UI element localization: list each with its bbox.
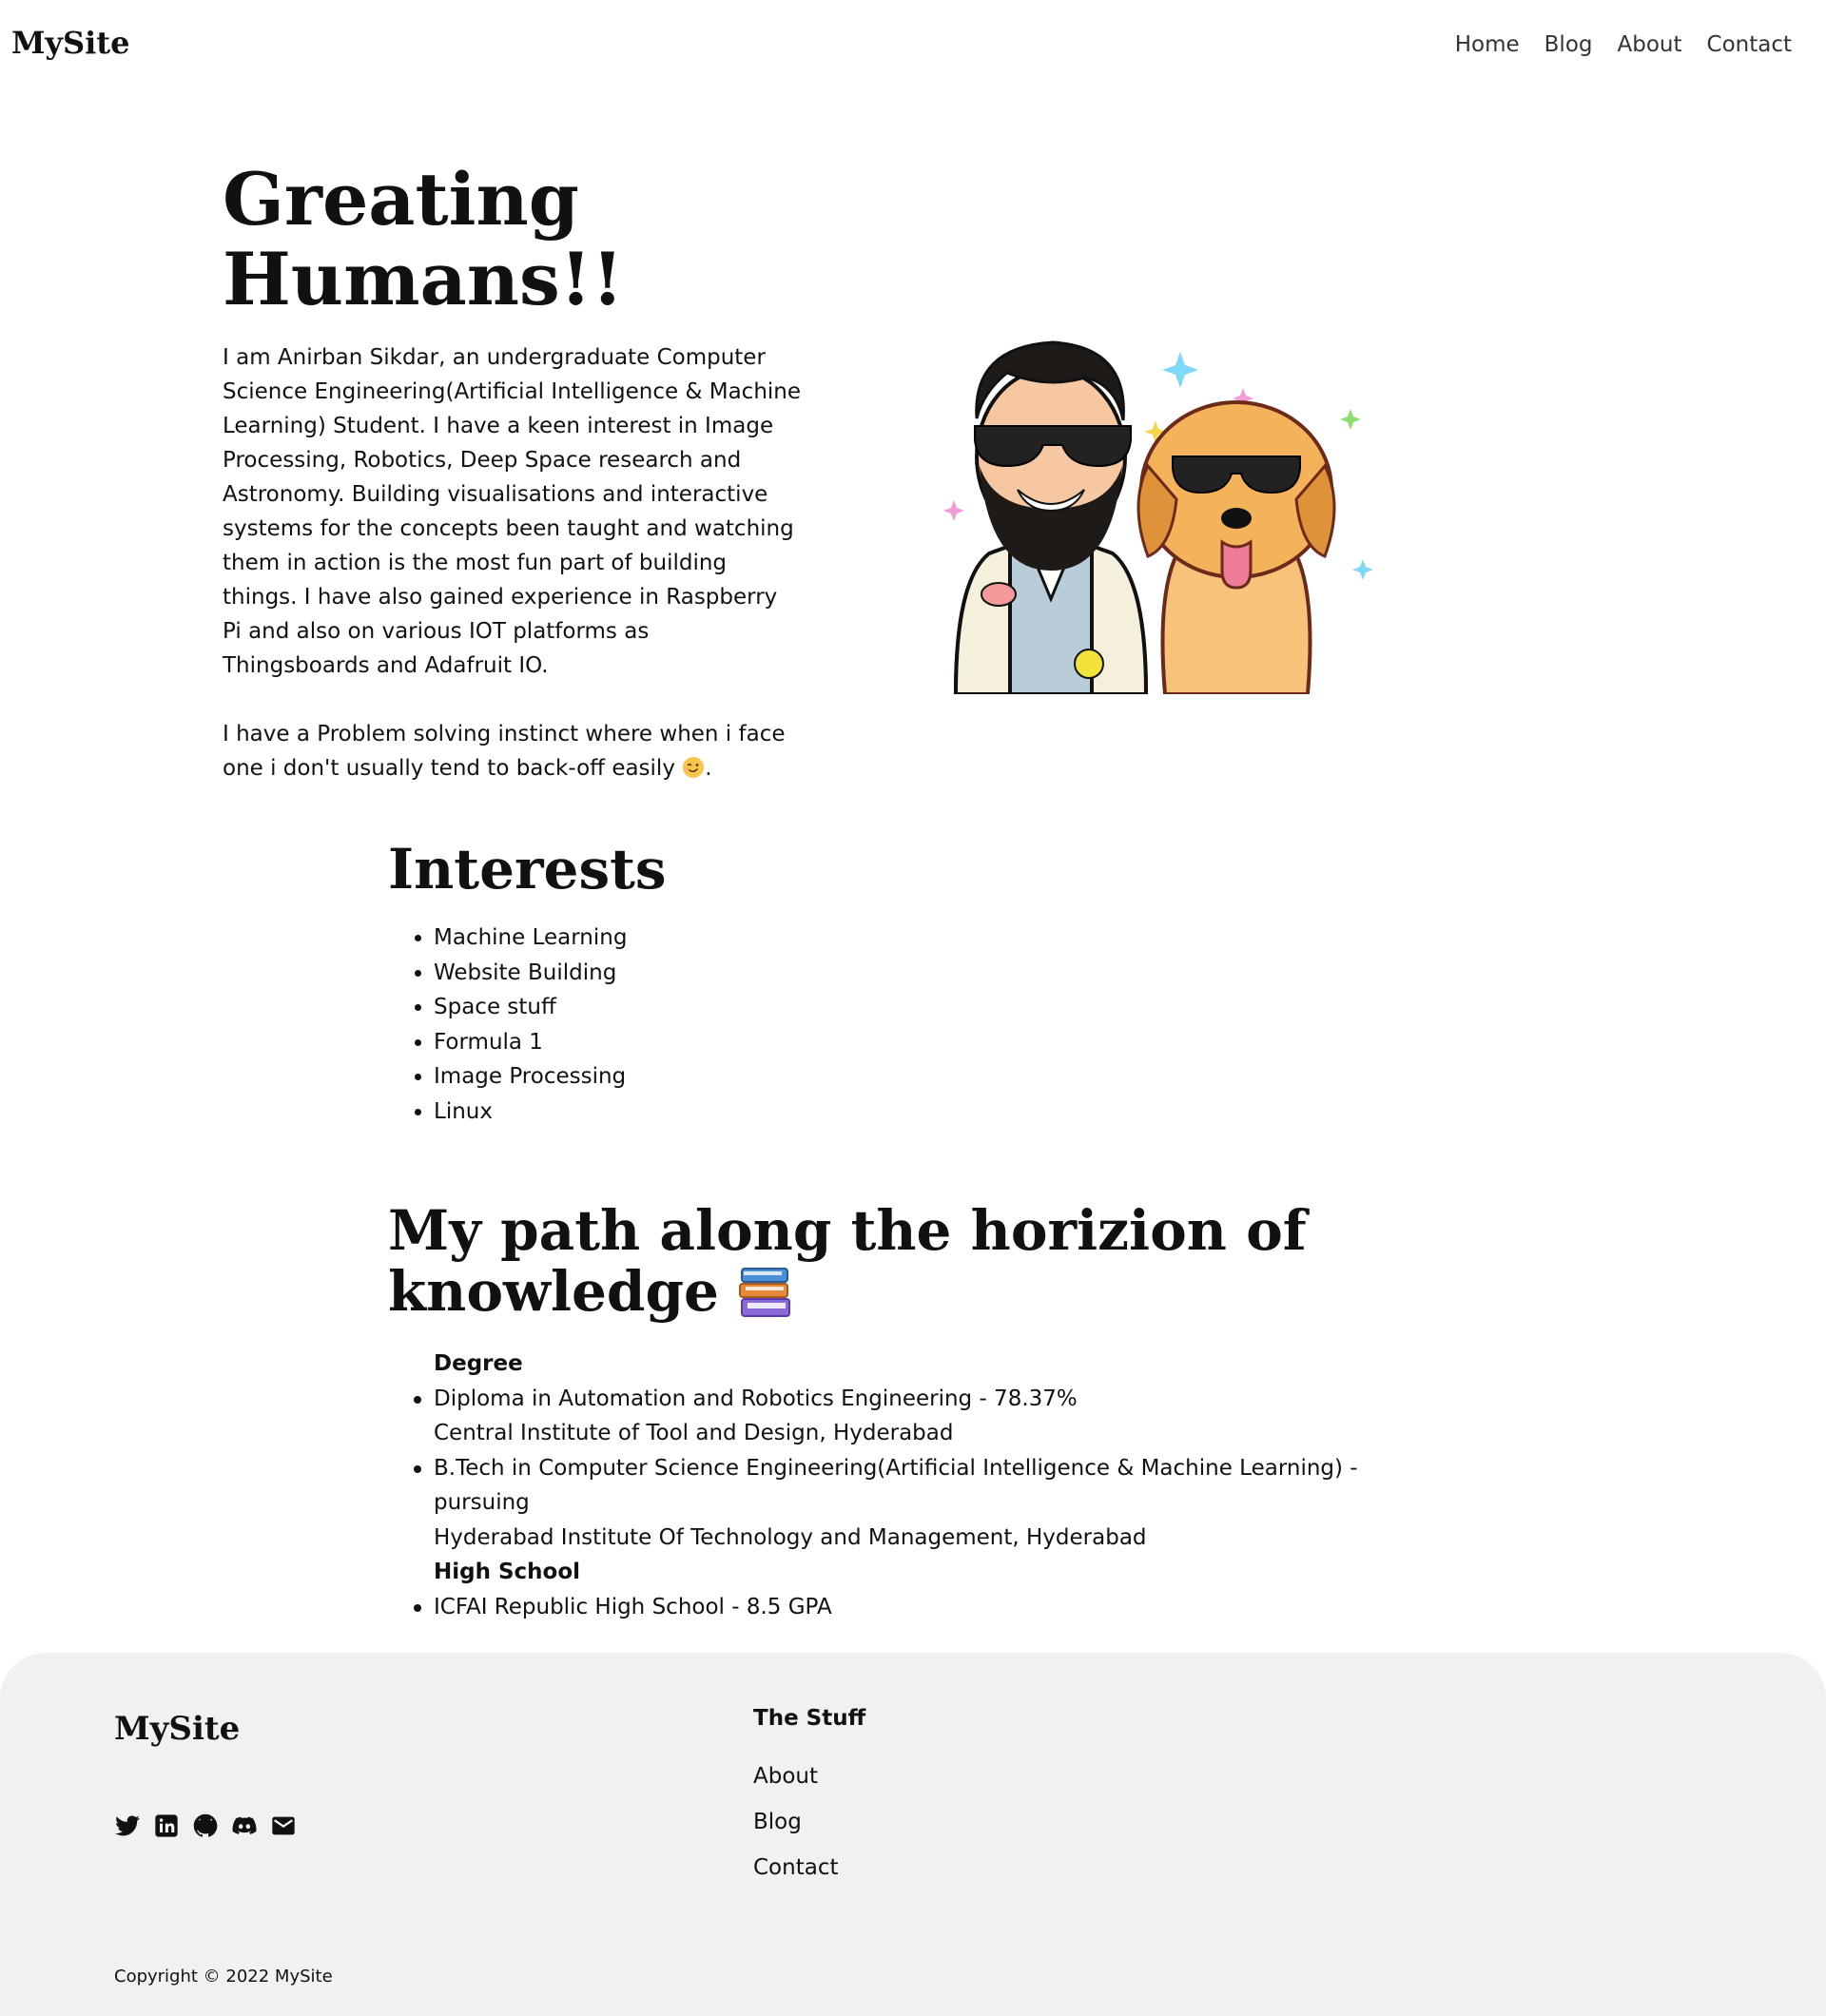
books-icon — [739, 1268, 791, 1317]
list-item: Image Processing — [434, 1059, 1434, 1095]
degree-institution: Hyderabad Institute Of Technology and Ma… — [434, 1524, 1147, 1550]
intro-paragraph: I am Anirban Sikdar, an undergraduate Co… — [223, 345, 802, 678]
problem-solving-period: . — [705, 756, 712, 781]
site-brand[interactable]: MySite — [11, 25, 129, 61]
degree-institution: Central Institute of Tool and Design, Hy… — [434, 1421, 954, 1445]
list-item: Website Building — [434, 956, 1434, 991]
education-heading-text: My path along the horizion of knowledge — [388, 1198, 1307, 1324]
nav-link-home[interactable]: Home — [1455, 32, 1520, 57]
copyright-text: Copyright © 2022 MySite — [114, 1967, 333, 1987]
education-heading: My path along the horizion of knowledge — [388, 1200, 1434, 1322]
dog-avatar — [1136, 400, 1336, 694]
footer-link-blog[interactable]: Blog — [753, 1799, 865, 1845]
footer: MySite The Stuff About Blog Contact Copy… — [0, 1653, 1826, 2016]
avatar-illustration — [943, 340, 1373, 694]
social-links — [114, 1812, 297, 1839]
list-item: ICFAI Republic High School - 8.5 GPA — [414, 1590, 1434, 1625]
top-nav: MySite Home Blog About Contact — [0, 0, 1826, 91]
list-item: Formula 1 — [434, 1025, 1434, 1060]
hero-intro: I am Anirban Sikdar, an undergraduate Co… — [223, 340, 803, 820]
linkedin-icon[interactable] — [153, 1812, 180, 1839]
footer-links-column: The Stuff About Blog Contact — [753, 1706, 865, 1890]
footer-column-title: The Stuff — [753, 1706, 866, 1731]
discord-icon[interactable] — [231, 1812, 258, 1839]
footer-link-about[interactable]: About — [753, 1754, 865, 1799]
footer-brand[interactable]: MySite — [114, 1710, 240, 1748]
list-item: Space stuff — [434, 990, 1434, 1025]
list-item: Linux — [434, 1095, 1434, 1130]
education-list: Degree Diploma in Automation and Robotic… — [388, 1347, 1434, 1624]
interests-section: Interests Machine Learning Website Build… — [388, 839, 1434, 1129]
degree-title: Diploma in Automation and Robotics Engin… — [434, 1386, 1078, 1411]
man-avatar — [953, 340, 1149, 694]
nav-links: Home Blog About Contact — [1455, 32, 1792, 57]
nav-link-contact[interactable]: Contact — [1707, 32, 1792, 57]
problem-solving-paragraph: I have a Problem solving instinct where … — [223, 717, 803, 785]
education-section: My path along the horizion of knowledge … — [388, 1200, 1434, 1624]
degree-title: B.Tech in Computer Science Engineering(A… — [434, 1455, 1358, 1516]
list-item: Diploma in Automation and Robotics Engin… — [414, 1382, 1434, 1451]
nav-link-about[interactable]: About — [1618, 32, 1682, 57]
hero-title: Greating Humans!! — [223, 157, 624, 321]
high-school-label: High School — [434, 1560, 581, 1584]
github-icon[interactable] — [192, 1812, 219, 1839]
interests-heading: Interests — [388, 837, 667, 901]
degree-label: Degree — [434, 1351, 523, 1376]
twitter-icon[interactable] — [114, 1812, 141, 1839]
winking-face-icon — [683, 757, 705, 778]
list-item: B.Tech in Computer Science Engineering(A… — [414, 1451, 1434, 1556]
footer-link-contact[interactable]: Contact — [753, 1845, 865, 1890]
list-item: Machine Learning — [434, 921, 1434, 956]
nav-link-blog[interactable]: Blog — [1544, 32, 1593, 57]
interests-list: Machine Learning Website Building Space … — [388, 921, 1434, 1129]
mail-icon[interactable] — [270, 1812, 297, 1839]
